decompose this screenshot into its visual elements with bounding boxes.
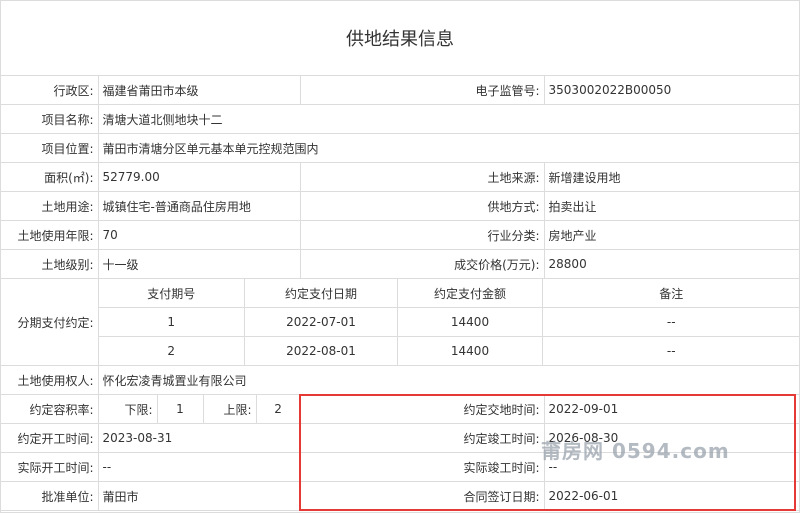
row-region: 行政区: 福建省莆田市本级 电子监管号: 3503002022B00050: [1, 75, 800, 105]
actual-start-label: 实际开工时间:: [1, 452, 99, 482]
project-name-value: 清塘大道北侧地块十二: [97, 104, 800, 134]
use-term-label: 土地使用年限:: [1, 220, 99, 250]
land-source-value: 新增建设用地: [543, 162, 800, 192]
row-land-use: 土地用途: 城镇住宅-普通商品住房用地 供地方式: 拍卖出让: [1, 191, 800, 221]
land-supply-panel: 供地结果信息 行政区: 福建省莆田市本级 电子监管号: 3503002022B0…: [0, 0, 800, 513]
page-title: 供地结果信息: [1, 1, 799, 76]
project-name-label: 项目名称:: [1, 104, 99, 134]
land-use-value: 城镇住宅-普通商品住房用地: [97, 191, 301, 221]
finish-time-label: 约定竣工时间:: [299, 423, 545, 453]
pay-amount-cell: 14400: [397, 336, 543, 365]
installments-cell: 支付期号 约定支付日期 约定支付金额 备注 1 2022-07-01 14400…: [97, 278, 800, 366]
industry-label: 行业分类:: [299, 220, 545, 250]
land-grade-value: 十一级: [97, 249, 301, 279]
land-user-label: 土地使用权人:: [1, 365, 99, 395]
period-cell: 1: [99, 307, 245, 337]
row-actual-start: 实际开工时间: -- 实际竣工时间: --: [1, 452, 800, 482]
pay-date-cell: 2022-08-01: [244, 336, 398, 365]
remark-cell: --: [542, 307, 800, 337]
plot-ratio-upper-label: 上限:: [202, 394, 257, 424]
row-use-term: 土地使用年限: 70 行业分类: 房地产业: [1, 220, 800, 250]
contract-date-value: 2022-06-01: [543, 481, 800, 511]
region-value: 福建省莆田市本级: [97, 75, 301, 105]
region-label: 行政区:: [1, 75, 99, 105]
project-location-value: 莆田市清塘分区单元基本单元控规范围内: [97, 133, 800, 163]
land-source-label: 土地来源:: [299, 162, 545, 192]
delivery-time-value: 2022-09-01: [543, 394, 800, 424]
area-label: 面积(㎡):: [1, 162, 99, 192]
start-time-value: 2023-08-31: [97, 423, 301, 453]
plot-ratio-label: 约定容积率:: [1, 394, 99, 424]
row-approval-unit: 批准单位: 莆田市 合同签订日期: 2022-06-01: [1, 481, 800, 511]
table-row: 1 2022-07-01 14400 --: [99, 307, 800, 337]
actual-start-value: --: [97, 452, 301, 482]
plot-ratio-lower-label: 下限:: [97, 394, 158, 424]
header-period: 支付期号: [99, 279, 245, 308]
supply-method-value: 拍卖出让: [543, 191, 800, 221]
installments-table: 支付期号 约定支付日期 约定支付金额 备注 1 2022-07-01 14400…: [99, 279, 800, 365]
row-start-time: 约定开工时间: 2023-08-31 约定竣工时间: 2026-08-30: [1, 423, 800, 453]
use-term-value: 70: [97, 220, 301, 250]
info-table: 行政区: 福建省莆田市本级 电子监管号: 3503002022B00050 项目…: [1, 75, 800, 511]
row-land-user: 土地使用权人: 怀化宏凌青城置业有限公司: [1, 365, 800, 395]
row-plot-ratio: 约定容积率: 下限: 1 上限: 2 约定交地时间: 2022-09-01: [1, 394, 800, 424]
supervision-no-label: 电子监管号:: [299, 75, 545, 105]
delivery-time-label: 约定交地时间:: [299, 394, 545, 424]
pay-date-cell: 2022-07-01: [244, 307, 398, 337]
start-time-label: 约定开工时间:: [1, 423, 99, 453]
supply-method-label: 供地方式:: [299, 191, 545, 221]
approval-unit-label: 批准单位:: [1, 481, 99, 511]
row-land-grade: 土地级别: 十一级 成交价格(万元): 28800: [1, 249, 800, 279]
finish-time-value: 2026-08-30: [543, 423, 800, 453]
land-use-label: 土地用途:: [1, 191, 99, 221]
price-value: 28800: [543, 249, 800, 279]
row-installments: 分期支付约定: 支付期号 约定支付日期 约定支付金额 备注 1 2022-07-…: [1, 278, 800, 366]
installments-label: 分期支付约定:: [1, 278, 99, 366]
plot-ratio-upper-value: 2: [255, 394, 301, 424]
price-label: 成交价格(万元):: [299, 249, 545, 279]
industry-value: 房地产业: [543, 220, 800, 250]
project-location-label: 项目位置:: [1, 133, 99, 163]
area-value: 52779.00: [97, 162, 301, 192]
row-project-location: 项目位置: 莆田市清塘分区单元基本单元控规范围内: [1, 133, 800, 163]
plot-ratio-lower-value: 1: [156, 394, 204, 424]
contract-date-label: 合同签订日期:: [299, 481, 545, 511]
land-grade-label: 土地级别:: [1, 249, 99, 279]
header-pay-date: 约定支付日期: [244, 279, 398, 308]
period-cell: 2: [99, 336, 245, 365]
actual-finish-label: 实际竣工时间:: [299, 452, 545, 482]
installments-header-row: 支付期号 约定支付日期 约定支付金额 备注: [99, 279, 800, 308]
remark-cell: --: [542, 336, 800, 365]
supervision-no-value: 3503002022B00050: [543, 75, 800, 105]
row-area: 面积(㎡): 52779.00 土地来源: 新增建设用地: [1, 162, 800, 192]
pay-amount-cell: 14400: [397, 307, 543, 337]
header-pay-amount: 约定支付金额: [397, 279, 543, 308]
header-remark: 备注: [542, 279, 800, 308]
row-project-name: 项目名称: 清塘大道北侧地块十二: [1, 104, 800, 134]
approval-unit-value: 莆田市: [97, 481, 301, 511]
land-user-value: 怀化宏凌青城置业有限公司: [97, 365, 800, 395]
actual-finish-value: --: [543, 452, 800, 482]
table-row: 2 2022-08-01 14400 --: [99, 336, 800, 365]
